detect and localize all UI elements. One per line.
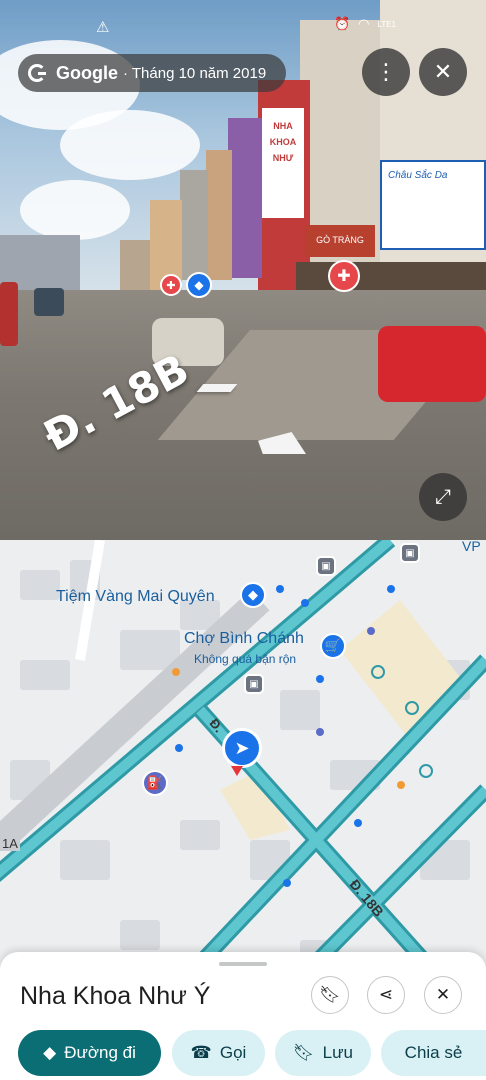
close-icon: ✕ — [435, 985, 451, 1004]
corner-label: VP — [462, 540, 481, 554]
street-view-pegman-icon[interactable]: ➤ — [222, 728, 262, 768]
place-marker-icon[interactable]: ✚ — [328, 260, 360, 292]
street-view-panorama[interactable]: NHA KHOA NHƯ Châu Sắc Da GÒ TRÀNG Đ. 18B… — [0, 0, 486, 540]
bookmark-button[interactable]: 🔖︎ — [311, 976, 349, 1014]
status-icons: ⏰ ◠ LTE1 — [334, 16, 396, 32]
wifi-icon: ◠ — [358, 16, 370, 31]
building — [206, 150, 232, 280]
shop-sign: NHA KHOA NHƯ — [262, 108, 304, 218]
capture-date: · Tháng 10 năm 2019 — [123, 64, 267, 82]
expand-button[interactable]: ⤢ — [419, 473, 467, 521]
bookmark-icon: 🔖︎ — [319, 985, 341, 1004]
location-pin-icon — [231, 766, 243, 776]
share-button[interactable]: ⋖ — [367, 976, 405, 1014]
warning-icon: ⚠ — [96, 19, 110, 36]
alarm-icon: ⏰ — [333, 16, 351, 31]
directions-icon: ◆ — [43, 1043, 57, 1062]
cloud — [20, 180, 130, 240]
cloud — [60, 110, 200, 180]
share-chip-label: Chia sẻ — [404, 1043, 463, 1062]
share-icon: ⋖ — [378, 985, 394, 1004]
bus-stop-icon[interactable]: ▣ — [244, 674, 264, 694]
building — [228, 118, 262, 278]
bus — [0, 282, 18, 346]
gas-station-pin-icon[interactable]: ⛽ — [142, 770, 168, 796]
save-button[interactable]: 🔖︎ Lưu — [275, 1030, 371, 1076]
car — [378, 326, 486, 402]
bookmark-icon: 🔖︎ — [293, 1043, 315, 1062]
building — [120, 240, 150, 290]
drag-handle[interactable] — [219, 962, 267, 966]
more-vert-icon: ⋮ — [375, 59, 397, 84]
market-busyness-label: Không quá bận rộn — [194, 652, 297, 666]
directions-label: Đường đi — [64, 1043, 136, 1062]
close-icon: ✕ — [433, 59, 453, 84]
highway-label: 1A — [0, 836, 20, 851]
market-label[interactable]: Chợ Bình Chánh — [184, 630, 304, 648]
shopping-pin-icon[interactable]: ◆ — [240, 582, 266, 608]
dental-poi-icon[interactable]: ✚ — [160, 274, 182, 296]
shop-sign: GÒ TRÀNG — [305, 225, 375, 257]
bus-stop-icon[interactable]: ▣ — [316, 556, 336, 576]
place-sheet[interactable]: Nha Khoa Như Ý 🔖︎ ⋖ ✕ ◆ Đường đi ☎ Gọi 🔖… — [0, 952, 486, 1080]
status-bar: ⚠ ⏰ ◠ LTE1 — [0, 0, 486, 40]
call-button[interactable]: ☎ Gọi — [172, 1030, 265, 1076]
call-label: Gọi — [219, 1043, 247, 1062]
bus-stop-icon[interactable]: ▣ — [400, 543, 420, 563]
building — [180, 170, 208, 280]
close-street-view-button[interactable]: ✕ — [419, 48, 467, 96]
jewelry-store-label[interactable]: Tiệm Vàng Mai Quyên — [56, 588, 215, 606]
navigation-arrow[interactable] — [196, 384, 238, 392]
brand-label: Google — [56, 62, 118, 83]
shopping-cart-pin-icon[interactable]: 🛒 — [320, 633, 346, 659]
save-label: Lưu — [322, 1043, 353, 1062]
share-chip-button[interactable]: Chia sẻ — [381, 1030, 486, 1076]
truck — [34, 288, 64, 316]
directions-button[interactable]: ◆ Đường đi — [18, 1030, 161, 1076]
shop-sign-text: GÒ TRÀNG — [316, 235, 364, 245]
shopping-poi-icon[interactable]: ◆ — [186, 272, 212, 298]
expand-icon: ⤢ — [435, 485, 451, 508]
shop-sign-text: NHA KHOA NHƯ — [269, 121, 297, 163]
google-g-icon — [28, 64, 46, 82]
place-title: Nha Khoa Như Ý — [20, 982, 211, 1010]
imagery-info-pill[interactable]: Google · Tháng 10 năm 2019 — [18, 54, 286, 92]
shop-sign-text: Châu Sắc Da — [388, 170, 448, 181]
more-options-button[interactable]: ⋮ — [362, 48, 410, 96]
network-label: LTE1 — [377, 19, 396, 29]
shop-sign: Châu Sắc Da — [380, 160, 486, 250]
close-sheet-button[interactable]: ✕ — [424, 976, 462, 1014]
phone-icon: ☎ — [190, 1043, 212, 1062]
